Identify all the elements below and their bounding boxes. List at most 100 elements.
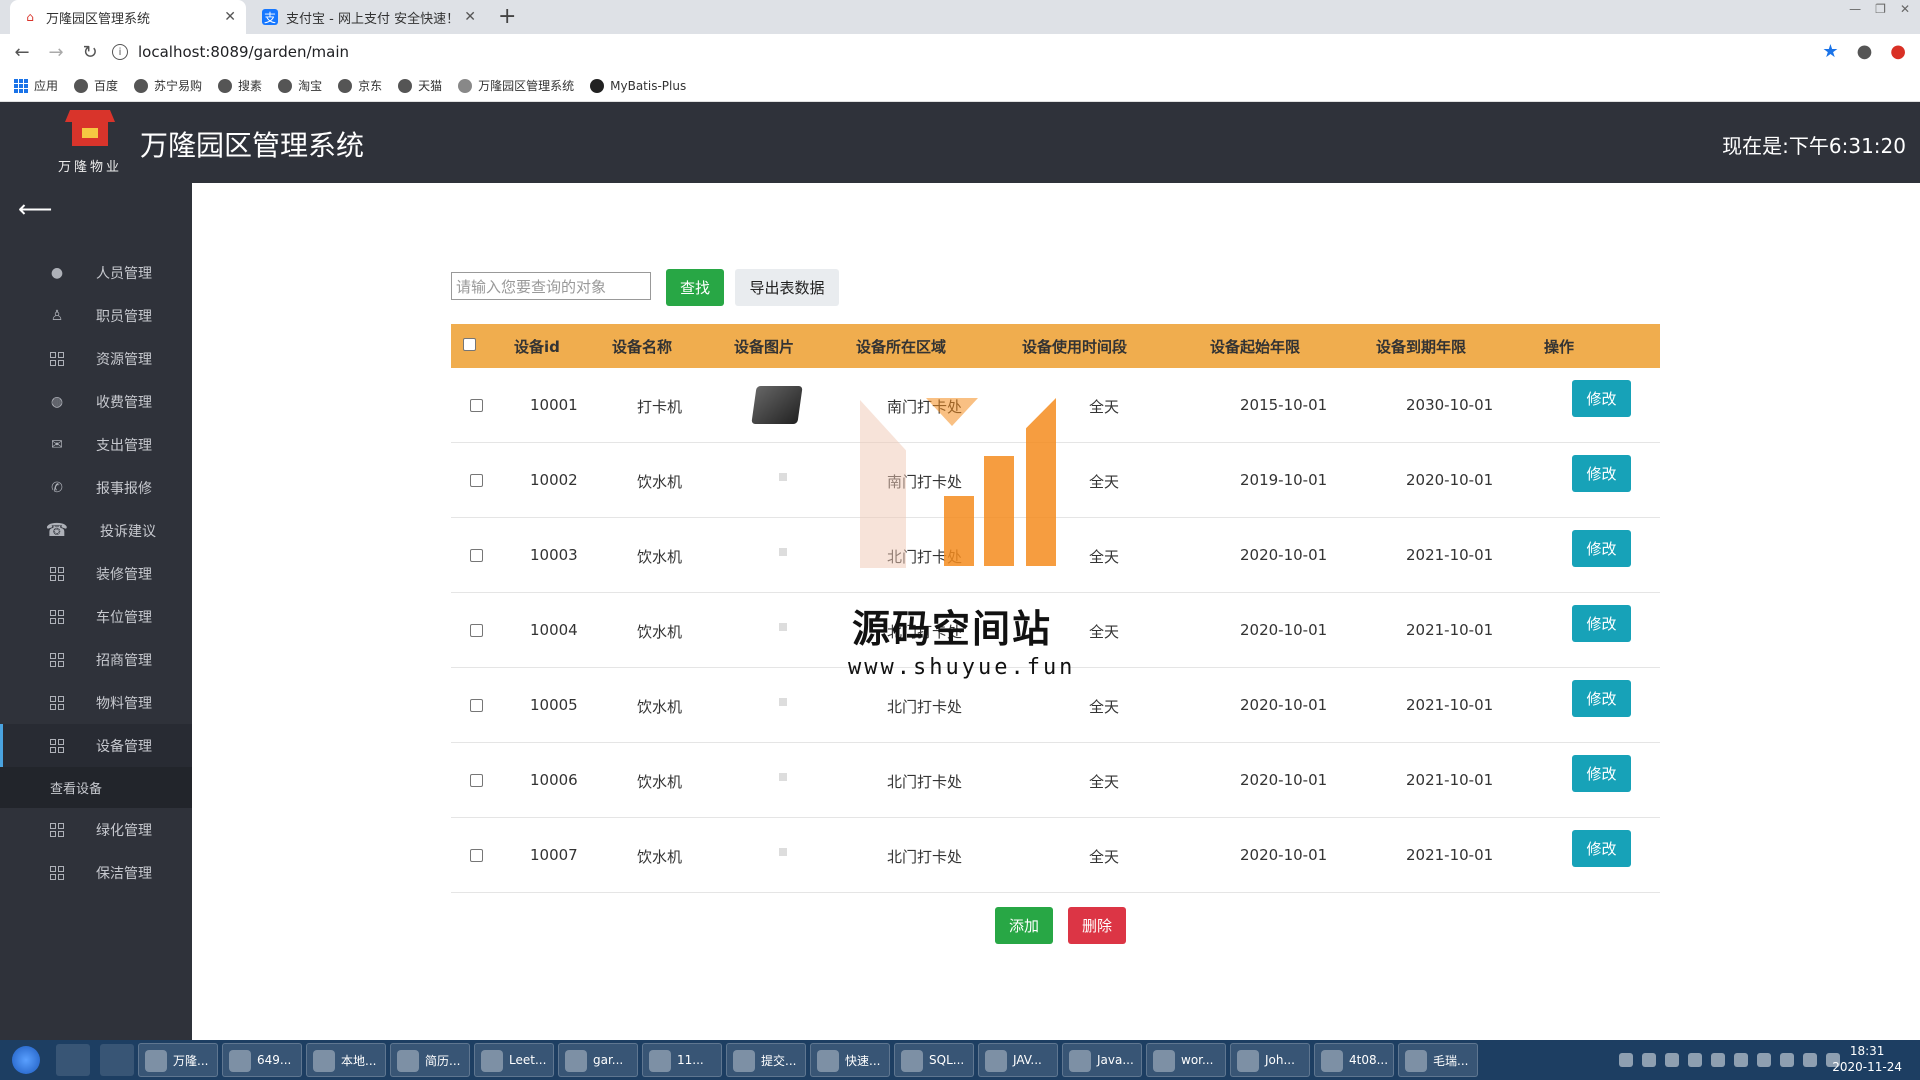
reload-icon[interactable]: ↻ — [78, 42, 102, 63]
profile-icon[interactable]: ● — [1857, 41, 1873, 62]
taskbar-item[interactable]: Java... — [1062, 1043, 1142, 1077]
close-icon[interactable]: ✕ — [224, 9, 236, 25]
edit-button[interactable]: 修改 — [1572, 530, 1631, 567]
tray-icon[interactable] — [1734, 1053, 1748, 1067]
minimize-icon[interactable]: — — [1849, 2, 1861, 16]
add-button[interactable]: 添加 — [995, 907, 1053, 944]
cell-end: 2021-10-01 — [1406, 621, 1494, 639]
logo-text: 万隆物业 — [57, 160, 122, 175]
star-icon[interactable]: ★ — [1822, 41, 1838, 62]
taskbar-item[interactable]: 11... — [642, 1043, 722, 1077]
taskbar-item[interactable]: 提交... — [726, 1043, 806, 1077]
sidebar-item-fees[interactable]: ◍ 收费管理 — [0, 380, 192, 423]
submenu-view-equipment[interactable]: 查看设备 — [0, 767, 192, 808]
cell-end: 2021-10-01 — [1406, 771, 1494, 789]
sidebar-item-decoration[interactable]: 装修管理 — [0, 552, 192, 595]
sidebar-item-parking[interactable]: 车位管理 — [0, 595, 192, 638]
extension-icon[interactable]: ● — [1890, 41, 1906, 62]
table-row: 10002 饮水机 南门打卡处 全天 2019-10-01 2020-10-01 修改 — [451, 443, 1660, 518]
delete-button[interactable]: 删除 — [1068, 907, 1126, 944]
row-checkbox[interactable] — [470, 774, 483, 787]
bookmark-garden[interactable]: 万隆园区管理系统 — [458, 77, 574, 94]
edit-button[interactable]: 修改 — [1572, 830, 1631, 867]
tab-garden[interactable]: ⌂ 万隆园区管理系统 ✕ — [10, 0, 246, 34]
export-button[interactable]: 导出表数据 — [735, 269, 839, 306]
taskbar-item[interactable]: Joh... — [1230, 1043, 1310, 1077]
bookmark-taobao[interactable]: 淘宝 — [278, 77, 322, 94]
bookmark-suning[interactable]: 苏宁易购 — [134, 77, 202, 94]
staff-icon: ♙ — [50, 307, 64, 324]
new-tab-button[interactable]: + — [498, 4, 516, 29]
sidebar-item-resources[interactable]: 资源管理 — [0, 337, 192, 380]
edit-button[interactable]: 修改 — [1572, 755, 1631, 792]
sidebar-item-materials[interactable]: 物料管理 — [0, 681, 192, 724]
bookmark-tmall[interactable]: 天猫 — [398, 77, 442, 94]
row-checkbox[interactable] — [470, 624, 483, 637]
taskbar-item[interactable]: 4t08... — [1314, 1043, 1394, 1077]
start-button[interactable] — [6, 1040, 46, 1080]
taskbar-item[interactable]: JAV... — [978, 1043, 1058, 1077]
sidebar-item-cleaning[interactable]: 保洁管理 — [0, 851, 192, 894]
explorer-icon[interactable] — [100, 1044, 134, 1076]
row-checkbox[interactable] — [470, 549, 483, 562]
edit-button[interactable]: 修改 — [1572, 455, 1631, 492]
taskbar-item[interactable]: 万隆... — [138, 1043, 218, 1077]
taskbar-item[interactable]: 简历... — [390, 1043, 470, 1077]
address-bar-row: ← → ↻ i localhost:8089/garden/main ★ ● ● — [0, 34, 1920, 70]
back-icon[interactable]: ← — [10, 42, 34, 63]
tray-icon[interactable] — [1711, 1053, 1725, 1067]
tray-icon[interactable] — [1642, 1053, 1656, 1067]
bookmark-jd[interactable]: 京东 — [338, 77, 382, 94]
cell-start: 2020-10-01 — [1240, 696, 1328, 714]
bookmark-apps[interactable]: 应用 — [14, 77, 58, 94]
sidebar-item-investment[interactable]: 招商管理 — [0, 638, 192, 681]
tray-icon[interactable] — [1757, 1053, 1771, 1067]
tab-alipay[interactable]: 支 支付宝 - 网上支付 安全快速！ ✕ — [250, 0, 486, 34]
edit-button[interactable]: 修改 — [1572, 680, 1631, 717]
tray-icon[interactable] — [1803, 1053, 1817, 1067]
row-checkbox[interactable] — [470, 849, 483, 862]
sidebar-item-expenses[interactable]: ✉ 支出管理 — [0, 423, 192, 466]
bookmark-search[interactable]: 搜素 — [218, 77, 262, 94]
system-clock[interactable]: 18:31 2020-11-24 — [1832, 1043, 1902, 1075]
bookmark-mybatis[interactable]: MyBatis-Plus — [590, 78, 686, 93]
edit-button[interactable]: 修改 — [1572, 380, 1631, 417]
row-checkbox[interactable] — [470, 474, 483, 487]
edit-button[interactable]: 修改 — [1572, 605, 1631, 642]
tray-icon[interactable] — [1780, 1053, 1794, 1067]
cell-name: 饮水机 — [637, 848, 683, 866]
taskbar-item[interactable]: wor... — [1146, 1043, 1226, 1077]
taskbar-item[interactable]: SQL... — [894, 1043, 974, 1077]
search-button[interactable]: 查找 — [666, 269, 724, 306]
sidebar-item-greening[interactable]: 绿化管理 — [0, 808, 192, 851]
taskbar-item[interactable]: 快速... — [810, 1043, 890, 1077]
close-icon[interactable]: ✕ — [464, 9, 476, 25]
bookmark-baidu[interactable]: 百度 — [74, 77, 118, 94]
row-checkbox[interactable] — [470, 699, 483, 712]
forward-icon[interactable]: → — [44, 42, 68, 63]
restore-icon[interactable]: ❐ — [1875, 2, 1886, 16]
close-window-icon[interactable]: ✕ — [1900, 2, 1910, 16]
taskbar-item[interactable]: gar... — [558, 1043, 638, 1077]
taskbar-item[interactable]: 649... — [222, 1043, 302, 1077]
tiles-icon[interactable] — [56, 1044, 90, 1076]
cell-period: 全天 — [1089, 773, 1120, 791]
tray-icon[interactable] — [1619, 1053, 1633, 1067]
taskbar-item[interactable]: Leet... — [474, 1043, 554, 1077]
select-all-checkbox[interactable] — [463, 338, 476, 351]
taskbar-item[interactable]: 毛瑞... — [1398, 1043, 1478, 1077]
sidebar-item-repairs[interactable]: ✆ 报事报修 — [0, 466, 192, 509]
sidebar-item-complaints[interactable]: ☎ 投诉建议 — [0, 509, 192, 552]
search-input[interactable]: 请输入您要查询的对象 — [451, 272, 651, 300]
tray-icon[interactable] — [1688, 1053, 1702, 1067]
sidebar-item-equipment[interactable]: 设备管理 — [0, 724, 192, 767]
url-field[interactable]: i localhost:8089/garden/main — [112, 38, 1812, 66]
row-checkbox[interactable] — [470, 399, 483, 412]
system-date: 2020-11-24 — [1832, 1060, 1902, 1074]
tray-icon[interactable] — [1665, 1053, 1679, 1067]
sidebar-item-staff[interactable]: ♙ 职员管理 — [0, 294, 192, 337]
collapse-arrow-icon[interactable]: ⟵ — [18, 195, 52, 223]
info-icon[interactable]: i — [112, 44, 128, 60]
sidebar-item-personnel[interactable]: ● 人员管理 — [0, 251, 192, 294]
taskbar-item[interactable]: 本地... — [306, 1043, 386, 1077]
